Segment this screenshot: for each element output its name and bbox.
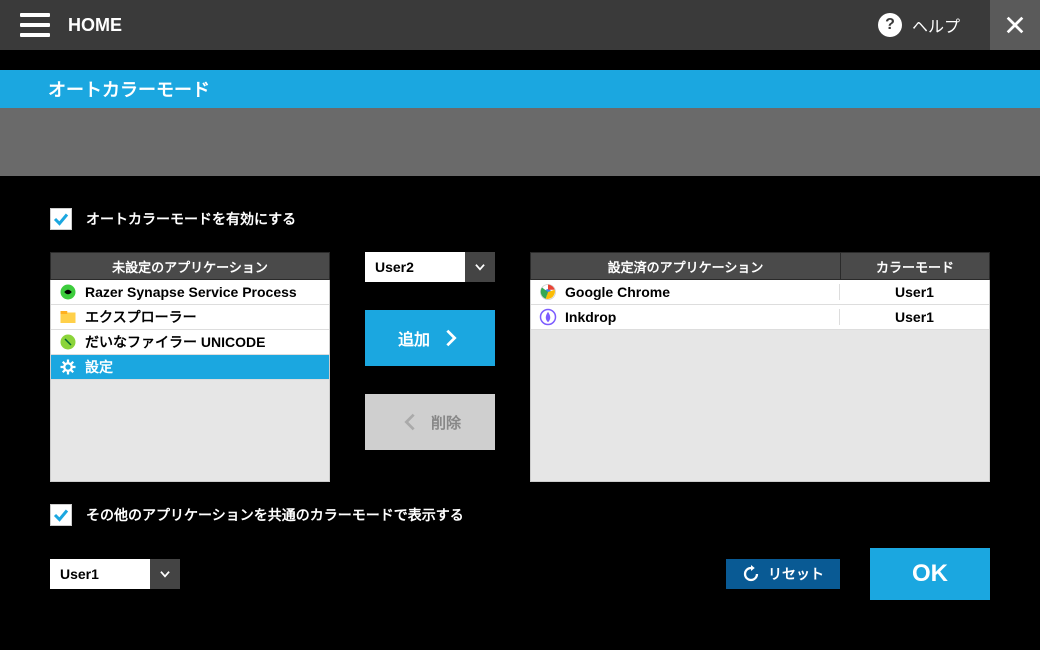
topbar: HOME ? ヘルプ [0, 0, 1040, 50]
mode-dropdown-value: User2 [365, 252, 465, 282]
unset-apps-panel: 未設定のアプリケーション Razer Synapse Service Proce… [50, 252, 330, 482]
middle-controls: User2 追加 削除 [330, 252, 530, 450]
help-icon[interactable]: ? [878, 13, 902, 37]
enable-checkbox-label: オートカラーモードを有効にする [86, 209, 296, 229]
app-icon [59, 283, 77, 301]
close-icon [1004, 14, 1026, 36]
add-button-label: 追加 [398, 326, 430, 350]
unset-apps-header: 未設定のアプリケーション [50, 252, 330, 280]
remove-button-label: 削除 [431, 412, 461, 433]
menu-button[interactable] [20, 13, 50, 37]
reset-button[interactable]: リセット [726, 559, 840, 589]
sub-banner [0, 108, 1040, 176]
app-name: だいなファイラー UNICODE [85, 332, 265, 352]
set-apps-list[interactable]: Google Chrome User1 Inkdrop User1 [530, 280, 990, 482]
app-name: エクスプローラー [85, 307, 197, 327]
reset-button-label: リセット [768, 564, 824, 584]
enable-checkbox-row: オートカラーモードを有効にする [50, 208, 990, 230]
list-item[interactable]: Razer Synapse Service Process [51, 280, 329, 305]
app-mode: User1 [839, 284, 989, 300]
close-button[interactable] [990, 0, 1040, 50]
table-row[interactable]: Inkdrop User1 [531, 305, 989, 330]
common-mode-dropdown-value: User1 [50, 559, 150, 589]
app-icon [539, 283, 557, 301]
ok-button-label: OK [912, 560, 948, 588]
table-row[interactable]: Google Chrome User1 [531, 280, 989, 305]
app-name: Razer Synapse Service Process [85, 284, 297, 300]
app-icon [539, 308, 557, 326]
chevron-left-icon [399, 411, 421, 433]
other-checkbox[interactable] [50, 504, 72, 526]
check-icon [52, 210, 70, 228]
list-item[interactable]: だいなファイラー UNICODE [51, 330, 329, 355]
app-name: 設定 [85, 357, 113, 377]
mode-dropdown[interactable]: User2 [365, 252, 495, 282]
add-button[interactable]: 追加 [365, 310, 495, 366]
refresh-icon [742, 565, 760, 583]
list-item[interactable]: エクスプローラー [51, 305, 329, 330]
set-apps-panel: 設定済のアプリケーション カラーモード Google ChromeUser1In… [530, 252, 990, 482]
home-label[interactable]: HOME [68, 15, 122, 36]
remove-button: 削除 [365, 394, 495, 450]
color-mode-header: カラーモード [840, 252, 990, 280]
help-label[interactable]: ヘルプ [912, 13, 960, 37]
app-icon [59, 358, 77, 376]
app-name: Inkdrop [565, 309, 616, 325]
set-apps-header: 設定済のアプリケーション [530, 252, 840, 280]
chevron-down-icon [150, 559, 180, 589]
app-name: Google Chrome [565, 284, 670, 300]
ok-button[interactable]: OK [870, 548, 990, 600]
check-icon [52, 506, 70, 524]
unset-apps-list[interactable]: Razer Synapse Service Process エクスプローラーだいな… [50, 280, 330, 482]
chevron-down-icon [465, 252, 495, 282]
enable-checkbox[interactable] [50, 208, 72, 230]
app-mode: User1 [839, 309, 989, 325]
list-item[interactable]: 設定 [51, 355, 329, 380]
app-icon [59, 308, 77, 326]
app-icon [59, 333, 77, 351]
other-checkbox-row: その他のアプリケーションを共通のカラーモードで表示する [50, 504, 990, 526]
common-mode-dropdown[interactable]: User1 [50, 559, 180, 589]
page-title: オートカラーモード [0, 70, 1040, 108]
other-checkbox-label: その他のアプリケーションを共通のカラーモードで表示する [86, 505, 464, 525]
chevron-right-icon [440, 327, 462, 349]
